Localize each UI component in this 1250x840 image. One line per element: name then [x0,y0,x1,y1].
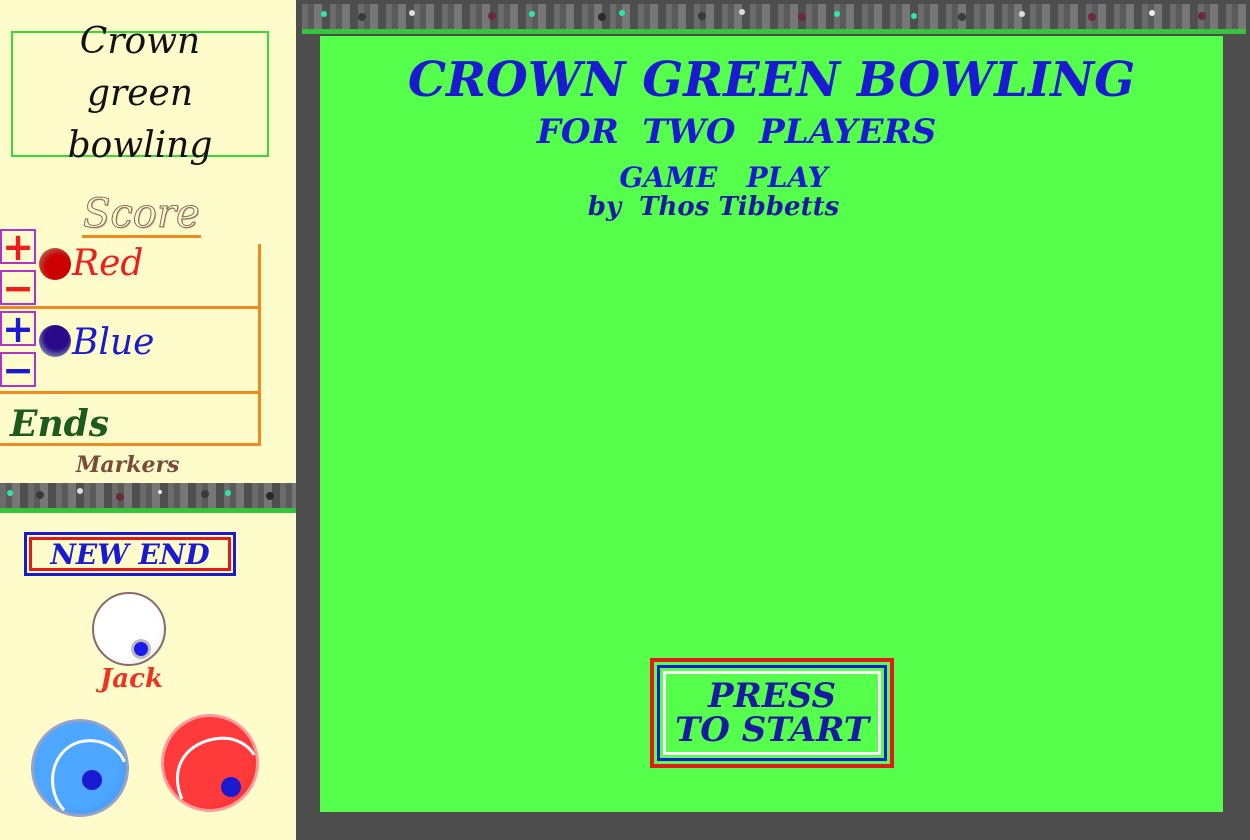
start-button-face: PRESS TO START [663,671,881,755]
markers-label: Markers [76,452,180,478]
start-button-line1: PRESS [707,676,837,716]
jack-bias-dot [134,642,148,656]
jack-ball-icon[interactable] [92,592,166,666]
blue-ball-icon [39,325,71,357]
blue-minus-button[interactable]: − [0,351,36,389]
gravel-texture [321,9,1206,21]
red-minus-button[interactable]: − [0,269,36,307]
score-table-divider [258,244,261,446]
red-bowl-icon[interactable] [161,714,259,812]
jack-label: Jack [100,664,163,694]
game-title: Crown green bowling [67,21,213,166]
player-name-blue: Blue [72,322,155,363]
blue-bowl-icon[interactable] [31,719,129,817]
bowl-ring [176,736,256,800]
start-button-line2: TO START [674,710,870,750]
gravel-strip [0,483,296,513]
blue-plus-button[interactable]: + [0,310,36,348]
main-subtitle: FOR TWO PLAYERS [536,112,937,152]
new-end-button[interactable]: NEW END [24,532,236,576]
start-button-border: PRESS TO START [657,665,887,761]
ends-label: Ends [10,403,110,445]
score-row-divider [0,391,261,394]
bowl-ring [51,739,126,812]
game-mode-label: GAME PLAY [619,161,828,194]
author-credit: by Thos Tibbetts [587,192,840,222]
score-row-divider [0,306,261,309]
press-to-start-button[interactable]: PRESS TO START [650,658,894,768]
red-plus-button[interactable]: + [0,228,36,266]
main-title: CROWN GREEN BOWLING [407,52,1136,108]
score-heading: Score [82,191,201,238]
player-name-red: Red [72,243,144,284]
new-end-label: NEW END [29,537,231,571]
game-title-box: Crown green bowling [11,21,269,166]
red-ball-icon [39,248,71,280]
bowl-bias-dot [221,777,241,797]
gravel-strip [302,4,1246,34]
bowl-bias-dot [82,770,102,790]
sidebar: Crown green bowling Score + − Red + − Bl… [0,0,296,840]
gravel-texture [7,488,274,501]
